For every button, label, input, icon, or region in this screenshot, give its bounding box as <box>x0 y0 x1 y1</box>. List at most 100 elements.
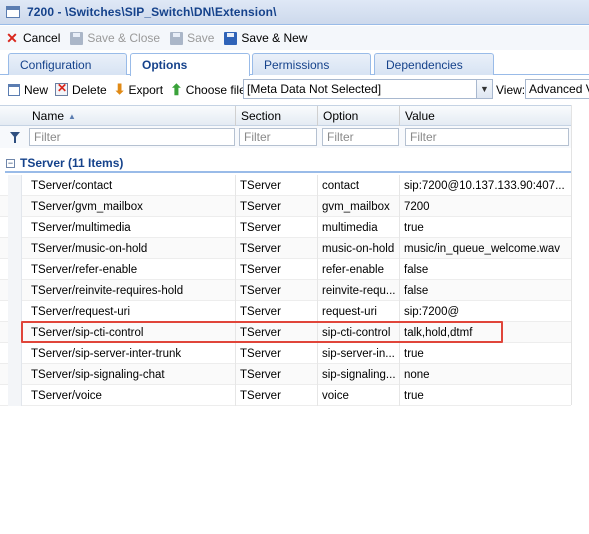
delete-button[interactable]: Delete <box>55 81 107 97</box>
filter-icon <box>10 132 20 143</box>
sort-asc-icon: ▲ <box>68 111 76 121</box>
cell-name: TServer/gvm_mailbox <box>31 200 143 213</box>
tab-options[interactable]: Options <box>130 53 250 76</box>
cell-value: music/in_queue_welcome.wav <box>399 238 564 259</box>
filter-name-input[interactable] <box>29 128 235 146</box>
table-row[interactable]: TServer/refer-enable TServer refer-enabl… <box>0 259 571 280</box>
metadata-select[interactable]: [Meta Data Not Selected] ▼ <box>243 79 493 99</box>
cell-value: sip:7200@ <box>399 301 564 322</box>
group-label: TServer (11 Items) <box>20 156 124 170</box>
cell-option: request-uri <box>317 301 399 322</box>
choose-file-button[interactable]: ⬆ Choose file <box>170 81 246 99</box>
tab-permissions[interactable]: Permissions <box>252 53 371 75</box>
table-row-highlighted[interactable]: TServer/sip-cti-control TServer sip-cti-… <box>0 322 571 343</box>
window-title: 7200 - \Switches\SIP_Switch\DN\Extension… <box>27 5 277 19</box>
filter-row <box>0 126 571 148</box>
cell-name: TServer/voice <box>31 389 102 402</box>
cell-option: multimedia <box>317 217 399 238</box>
new-icon <box>8 83 20 96</box>
save-button[interactable]: Save <box>168 30 214 46</box>
tab-dependencies[interactable]: Dependencies <box>374 53 494 75</box>
view-select[interactable]: Advanced V <box>525 79 589 99</box>
column-header-section[interactable]: Section <box>235 106 317 126</box>
cell-option: sip-signaling... <box>317 364 399 385</box>
cancel-button[interactable]: ✕ Cancel <box>4 30 60 46</box>
cell-option: refer-enable <box>317 259 399 280</box>
column-header-name[interactable]: Name ▲ <box>27 106 235 126</box>
cell-name: TServer/contact <box>31 179 113 192</box>
cell-option: sip-server-in... <box>317 343 399 364</box>
cell-section: TServer <box>235 343 317 364</box>
cell-value: 7200 <box>399 196 564 217</box>
cell-name: TServer/sip-server-inter-trunk <box>31 347 182 360</box>
save-new-button[interactable]: Save & New <box>222 30 307 46</box>
column-header-value[interactable]: Value <box>399 106 571 126</box>
cancel-icon: ✕ <box>6 29 18 46</box>
cell-name: TServer/refer-enable <box>31 263 138 276</box>
cell-name: TServer/sip-cti-control <box>31 326 144 339</box>
export-button[interactable]: ⬇ Export <box>114 81 163 98</box>
export-icon: ⬇ <box>113 81 126 97</box>
cell-value: true <box>399 217 564 238</box>
grid-right-border <box>571 105 572 405</box>
new-button[interactable]: New <box>8 83 48 97</box>
cell-value: false <box>399 259 564 280</box>
cell-value: false <box>399 280 564 301</box>
delete-icon <box>55 81 69 96</box>
cell-section: TServer <box>235 196 317 217</box>
main-toolbar: ✕ Cancel Save & Close Save Save & New <box>0 26 589 50</box>
table-row[interactable]: TServer/multimedia TServer multimedia tr… <box>0 217 571 238</box>
cell-section: TServer <box>235 259 317 280</box>
dropdown-arrow-icon[interactable]: ▼ <box>476 80 492 98</box>
table-row[interactable]: TServer/sip-server-inter-trunk TServer s… <box>0 343 571 364</box>
filter-option-input[interactable] <box>322 128 399 146</box>
cell-section: TServer <box>235 280 317 301</box>
cell-value: talk,hold,dtmf <box>399 322 564 343</box>
cell-option: music-on-hold <box>317 238 399 259</box>
cell-name: TServer/multimedia <box>31 221 131 234</box>
cell-name: TServer/request-uri <box>31 305 131 318</box>
column-header-option[interactable]: Option <box>317 106 399 126</box>
table-row[interactable]: TServer/request-uri TServer request-uri … <box>0 301 571 322</box>
table-row[interactable]: TServer/music-on-hold TServer music-on-h… <box>0 238 571 259</box>
grid-header: Name ▲ Section Option Value <box>0 105 571 126</box>
save-icon <box>222 30 238 46</box>
filter-value-input[interactable] <box>405 128 569 146</box>
cell-option: sip-cti-control <box>317 322 399 343</box>
group-header[interactable]: − TServer (11 Items) <box>5 155 571 173</box>
cell-section: TServer <box>235 385 317 406</box>
cell-section: TServer <box>235 238 317 259</box>
cell-option: gvm_mailbox <box>317 196 399 217</box>
cell-section: TServer <box>235 175 317 196</box>
table-row[interactable]: TServer/gvm_mailbox TServer gvm_mailbox … <box>0 196 571 217</box>
cell-value: true <box>399 343 564 364</box>
table-row[interactable]: TServer/voice TServer voice true <box>0 385 571 406</box>
cell-section: TServer <box>235 301 317 322</box>
table-row[interactable]: TServer/reinvite-requires-hold TServer r… <box>0 280 571 301</box>
tab-configuration[interactable]: Configuration <box>8 53 127 75</box>
view-label: View: <box>496 83 526 97</box>
cell-section: TServer <box>235 364 317 385</box>
group-collapse-icon[interactable]: − <box>6 158 15 168</box>
choose-file-icon: ⬆ <box>170 81 183 99</box>
window-titlebar: 7200 - \Switches\SIP_Switch\DN\Extension… <box>0 0 589 25</box>
save-close-button[interactable]: Save & Close <box>68 30 160 46</box>
cell-name: TServer/reinvite-requires-hold <box>31 284 184 297</box>
cell-name: TServer/sip-signaling-chat <box>31 368 165 381</box>
cell-value: true <box>399 385 564 406</box>
grid-body: TServer/contact TServer contact sip:7200… <box>0 175 571 406</box>
save-icon <box>168 30 184 46</box>
cell-section: TServer <box>235 217 317 238</box>
save-icon <box>68 30 84 46</box>
window-icon <box>6 6 20 18</box>
cell-option: voice <box>317 385 399 406</box>
cell-option: reinvite-requ... <box>317 280 399 301</box>
filter-section-input[interactable] <box>239 128 317 146</box>
table-row[interactable]: TServer/sip-signaling-chat TServer sip-s… <box>0 364 571 385</box>
cell-value: sip:7200@10.137.133.90:407... <box>399 175 564 196</box>
table-row[interactable]: TServer/contact TServer contact sip:7200… <box>0 175 571 196</box>
tab-strip: Configuration Options Permissions Depend… <box>0 52 589 76</box>
cell-name: TServer/music-on-hold <box>31 242 148 255</box>
cell-section: TServer <box>235 322 317 343</box>
cell-value: none <box>399 364 564 385</box>
